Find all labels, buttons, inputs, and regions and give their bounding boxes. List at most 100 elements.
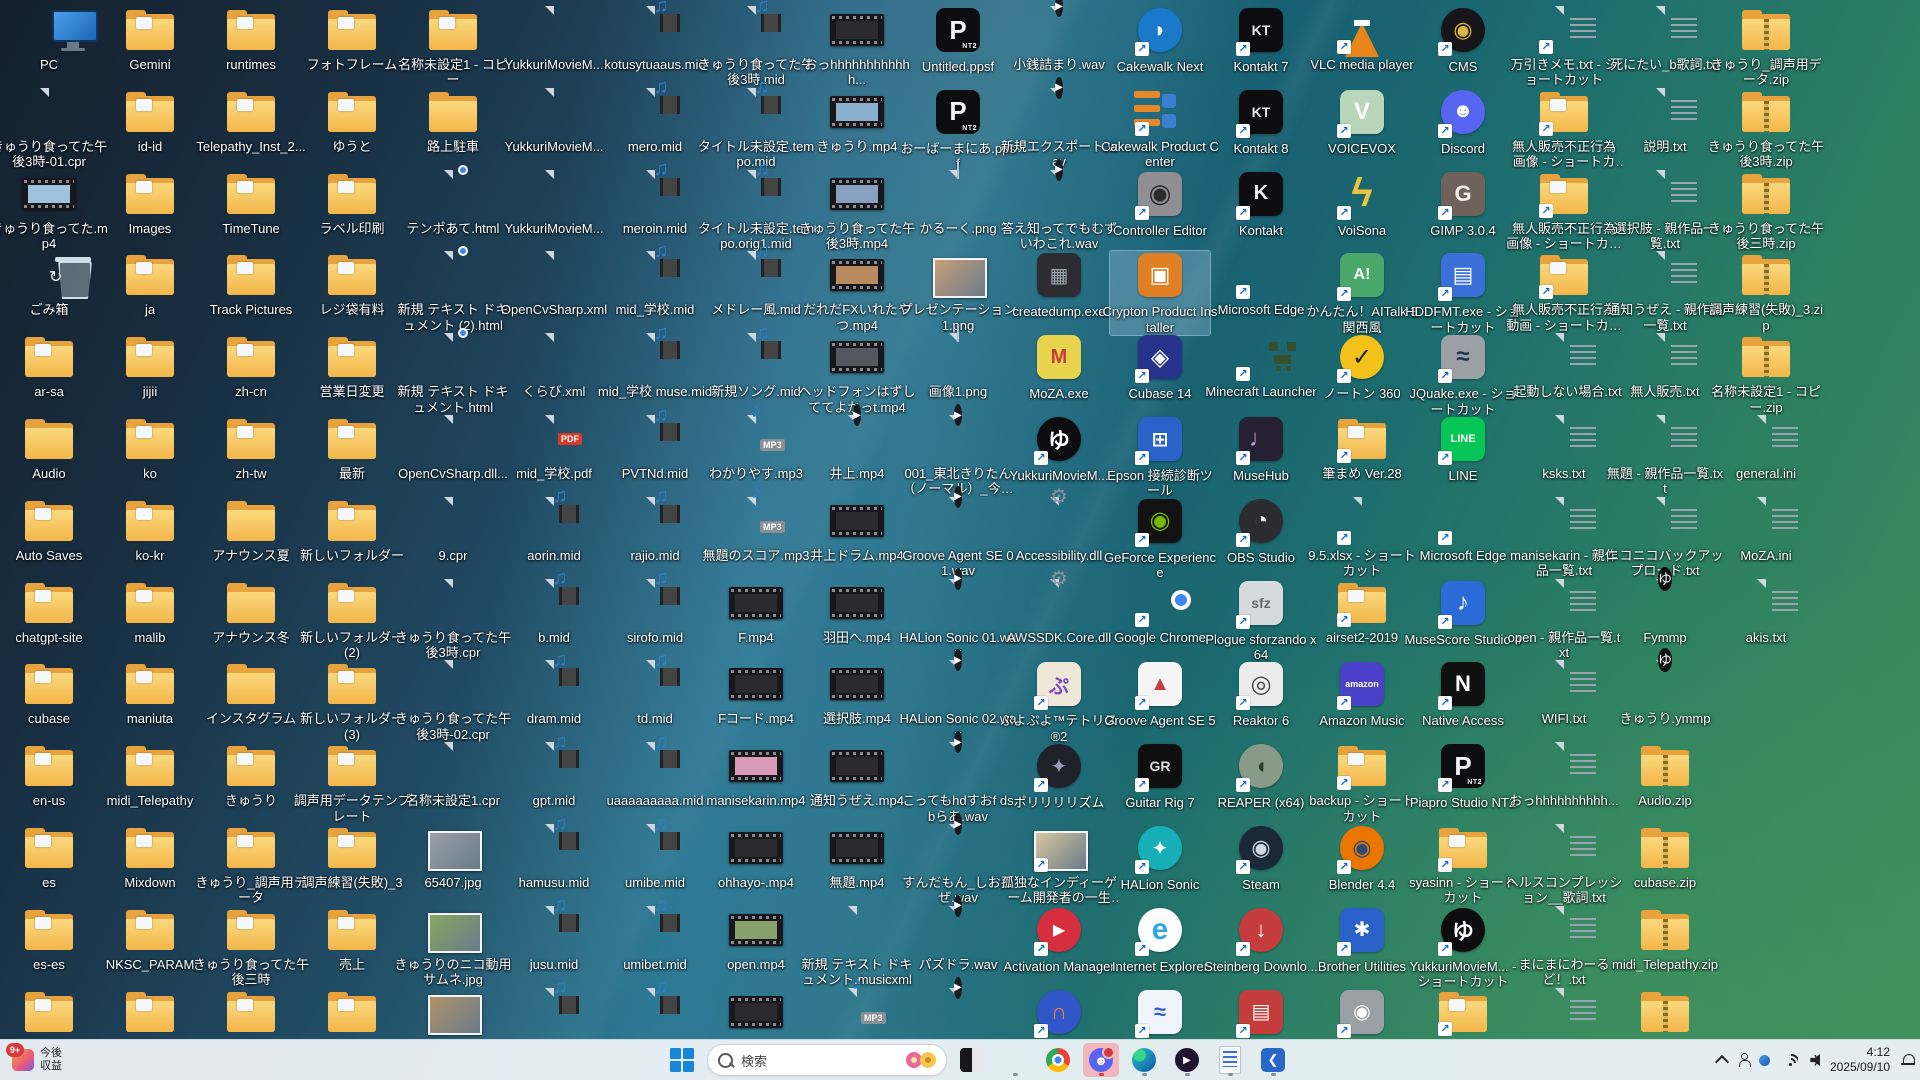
- desktop-icon[interactable]: ↻ ごみ箱: [0, 251, 99, 317]
- desktop-icon[interactable]: ↗ VLC media player: [1310, 6, 1414, 72]
- desktop-icon[interactable]: きゅうりのニコ動用サムネ.jpg: [394, 906, 512, 988]
- desktop-icon[interactable]: ♫ gpt.mid: [504, 731, 604, 808]
- desktop-icon[interactable]: ↗無人販売不正行為 画像 - ショートカッ...: [1512, 88, 1616, 170]
- desktop-icon[interactable]: es-es: [0, 906, 99, 972]
- desktop-icon[interactable]: NKSC_PARAM: [100, 906, 200, 972]
- desktop-icon[interactable]: ⊞ ↗ Epson 接続診断ツール: [1107, 415, 1213, 499]
- desktop-icon[interactable]: maniuta: [100, 660, 200, 726]
- desktop-icon[interactable]: [100, 988, 200, 1036]
- desktop-icon[interactable]: ゆうと: [302, 88, 402, 154]
- desktop-icon[interactable]: ♫ umibe.mid: [605, 813, 705, 891]
- desktop-icon[interactable]: manisekarin.mp4: [706, 742, 806, 808]
- desktop-icon[interactable]: ✓ ↗ ノートン 360: [1312, 333, 1412, 401]
- desktop-icon[interactable]: ↗無人販売不正行為 動画 - ショートカット: [1506, 251, 1622, 333]
- onedrive-icon[interactable]: [1759, 1054, 1771, 1066]
- desktop-icon[interactable]: es: [0, 824, 99, 890]
- desktop-icon[interactable]: ▣ Crypton Product Installer: [1103, 250, 1217, 337]
- desktop-icon[interactable]: Track Pictures: [201, 251, 301, 317]
- desktop-icon[interactable]: 通知うぜえ.mp4: [807, 742, 907, 808]
- desktop-icon[interactable]: ♫ td.mid: [605, 649, 705, 726]
- desktop-icon[interactable]: くらび.xml: [504, 333, 604, 399]
- desktop-icon[interactable]: ♫ 新規ソング.mid: [706, 322, 806, 400]
- desktop-icon[interactable]: きゅうり: [201, 742, 301, 808]
- desktop-icon[interactable]: ♫ メドレー風.mid: [706, 240, 806, 318]
- accessibility-icon[interactable]: [1739, 1053, 1752, 1067]
- desktop-icon[interactable]: ▶001_東北きりたん（ノーマル）_今じゃ...: [902, 404, 1014, 497]
- desktop-icon[interactable]: Gemini: [100, 6, 200, 72]
- desktop-icon[interactable]: 選択肢.mp4: [807, 660, 907, 726]
- desktop-icon[interactable]: ⚙ AWSSDK.Core.dll: [1007, 568, 1111, 645]
- desktop-icon[interactable]: PUntitled.ppsf: [908, 6, 1008, 74]
- desktop-icon[interactable]: 営業日変更: [302, 333, 402, 399]
- desktop-icon[interactable]: ♫ aorin.mid: [504, 485, 604, 563]
- desktop-icon[interactable]: [403, 988, 503, 1036]
- desktop-icon[interactable]: 調声練習(失敗)_3.zip: [1709, 251, 1823, 333]
- desktop-icon[interactable]: アナウンス夏: [201, 497, 301, 563]
- desktop-icon[interactable]: ♫ uaaaaaaaaa.mid: [605, 731, 705, 809]
- desktop-icon[interactable]: 名称未設定1.cpr: [403, 735, 503, 808]
- desktop-icon[interactable]: ♫ umibet.mid: [605, 894, 705, 972]
- desktop-icon[interactable]: きゅうり食ってた午後3時.cpr: [395, 572, 511, 661]
- desktop-icon[interactable]: ゆ ↗ YukkuriMovieM...: [1009, 415, 1109, 483]
- desktop-icon[interactable]: [0, 988, 99, 1036]
- start-button[interactable]: [664, 1043, 700, 1077]
- desktop-icon[interactable]: ゆ Fymmp: [1615, 566, 1715, 645]
- desktop-icon[interactable]: ♫ mid_学校 muse.mid: [598, 322, 712, 400]
- desktop-icon[interactable]: ↗孤独なインディーゲーム開発者の一生 ...: [1001, 824, 1117, 906]
- desktop-icon[interactable]: きゅうり_調声用データ.zip: [1710, 6, 1822, 88]
- desktop-icon[interactable]: 名称未設定1 - コピー: [398, 6, 508, 88]
- desktop-icon[interactable]: ◉ ↗ Steam: [1211, 824, 1311, 892]
- desktop-icon[interactable]: _起動しない場合.txt: [1506, 333, 1622, 399]
- desktop-icon[interactable]: ✱ ↗ Brother Utilities: [1312, 906, 1412, 974]
- desktop-icon[interactable]: 井上ドラム.mp4: [807, 497, 907, 563]
- desktop-icon[interactable]: N ↗ Native Access: [1413, 660, 1513, 728]
- desktop-icon[interactable]: 無題 - 親作品一覧.txt: [1607, 415, 1723, 497]
- desktop-icon[interactable]: manisekarin - 親作品一覧.txt: [1510, 496, 1618, 579]
- search-input[interactable]: 検索: [707, 1044, 947, 1076]
- desktop-icon[interactable]: P↗Piapro Studio NT2: [1410, 742, 1516, 810]
- desktop-icon[interactable]: WIFI.txt: [1514, 660, 1614, 726]
- desktop-icon[interactable]: ▤ ↗ HDDFMT.exe - ショートカット: [1405, 251, 1521, 335]
- desktop-icon[interactable]: ko-kr: [100, 497, 200, 563]
- desktop-icon[interactable]: ▶HALion Sonic 01.wav: [899, 567, 1017, 661]
- desktop-icon[interactable]: ゆきゅうり.ymmp: [1615, 648, 1715, 726]
- desktop-icon[interactable]: ✦ ↗ HALion Sonic: [1110, 824, 1210, 892]
- desktop-icon[interactable]: まにまにわーるど！.txt: [1514, 905, 1614, 988]
- desktop-icon[interactable]: ヘルスコンプレッション__歌詞.txt: [1506, 824, 1622, 906]
- desktop-icon[interactable]: ja: [100, 251, 200, 317]
- desktop-icon[interactable]: ▶ 小銭詰まり.wav: [1009, 0, 1109, 72]
- widgets-button[interactable]: 9+ 今後 収益: [6, 1043, 68, 1077]
- desktop-icon[interactable]: ↗ syasinn - ショートカット: [1409, 824, 1517, 906]
- desktop-icon[interactable]: ▶新規エクスポート.wav: [1001, 76, 1117, 170]
- taskbar-app-media-player[interactable]: ▶: [1169, 1043, 1205, 1077]
- desktop-icon[interactable]: ▶ ↗ Activation Manager: [1003, 906, 1115, 974]
- desktop-icon[interactable]: だれだFXいれたやつ.mp4: [803, 251, 911, 333]
- desktop-icon[interactable]: 新しいフォルダー (2): [300, 579, 404, 661]
- desktop-icon[interactable]: ♫ hamusu.mid: [504, 813, 604, 891]
- desktop-icon[interactable]: chatgpt-site: [0, 579, 99, 645]
- desktop-icon[interactable]: きゅうり.mp4: [807, 88, 907, 154]
- desktop-icon[interactable]: [1514, 987, 1614, 1036]
- desktop-icon[interactable]: 説明.txt: [1615, 87, 1715, 154]
- desktop-icon[interactable]: midi_Telepathy.zip: [1612, 906, 1718, 972]
- desktop-icon[interactable]: runtimes: [201, 6, 301, 72]
- desktop-icon[interactable]: ◖ ↗ REAPER (x64): [1211, 742, 1311, 810]
- desktop-icon[interactable]: YukkuriMovieM...: [504, 169, 604, 236]
- taskbar-app-photos[interactable]: [954, 1043, 990, 1077]
- volume-group[interactable]: ): [1810, 1054, 1821, 1066]
- desktop-icon[interactable]: 画像1.png: [908, 324, 1008, 399]
- clock[interactable]: 4:12 2025/09/10: [1830, 1045, 1890, 1075]
- desktop-icon[interactable]: M MoZA.exe: [1009, 333, 1109, 401]
- desktop-icon[interactable]: ↗ backup - ショートカット: [1309, 742, 1415, 824]
- desktop-icon[interactable]: ↗ Minecraft Launcher: [1205, 333, 1317, 399]
- desktop-icon[interactable]: midi_Telepathy: [100, 742, 200, 808]
- desktop-icon[interactable]: アナウンス冬: [201, 579, 301, 645]
- desktop-icon[interactable]: zh-cn: [201, 333, 301, 399]
- desktop-icon[interactable]: 死にたい_b歌詞.txt: [1610, 6, 1720, 72]
- taskbar-app-file-explorer[interactable]: [997, 1043, 1033, 1077]
- desktop-icon[interactable]: MoZA.ini: [1716, 496, 1816, 563]
- desktop-icon[interactable]: きゅうり食ってた午後三時: [193, 906, 309, 988]
- desktop-icon[interactable]: ↗ 筆まめ Ver.28: [1312, 415, 1412, 481]
- desktop-icon[interactable]: 9.cpr: [403, 490, 503, 563]
- taskbar-app-voicevox[interactable]: [1212, 1043, 1248, 1077]
